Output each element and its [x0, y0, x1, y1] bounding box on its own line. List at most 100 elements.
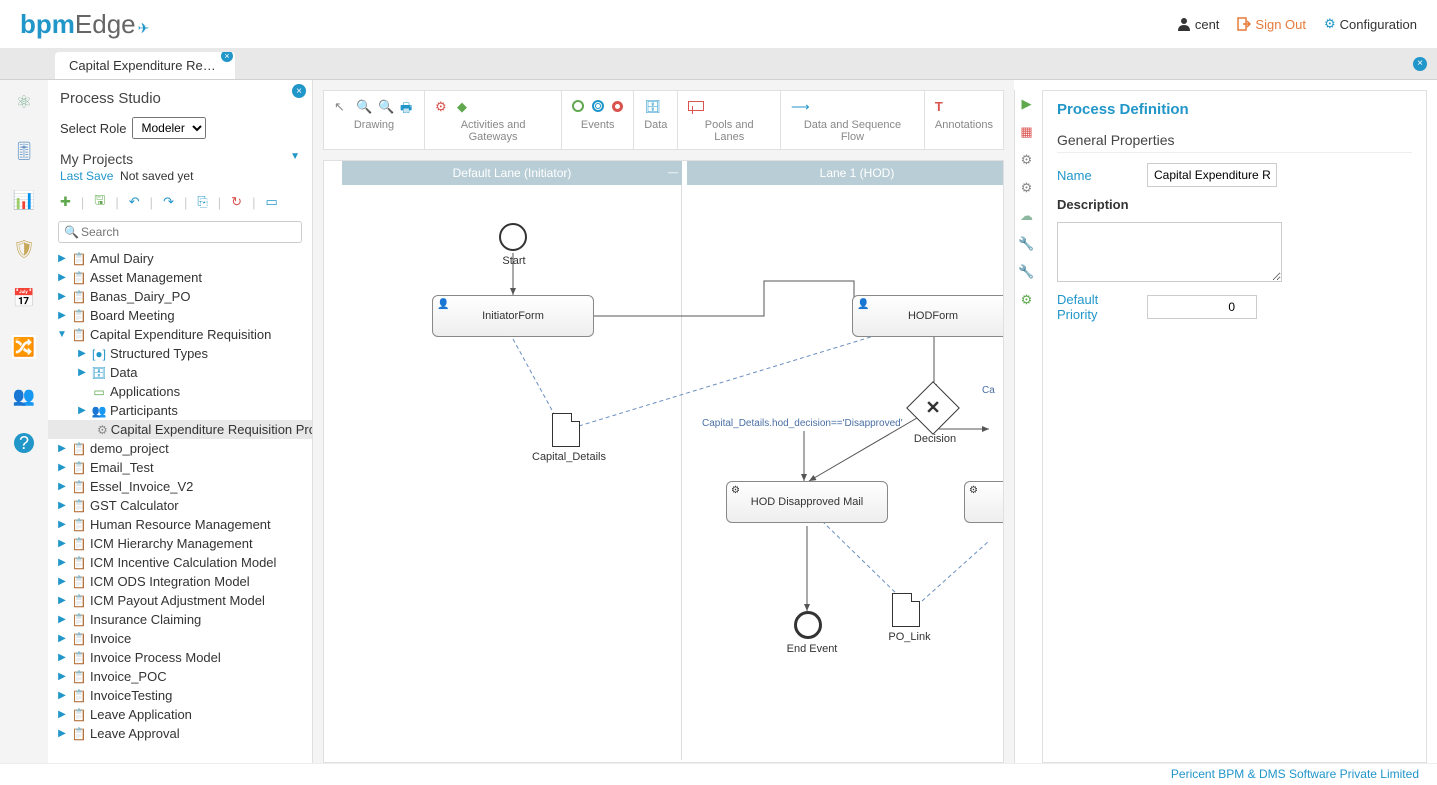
config-link[interactable]: ⚙ Configuration	[1324, 16, 1417, 32]
workflow-icon[interactable]: 🔀	[12, 335, 36, 359]
close-icon[interactable]: ×	[292, 84, 306, 98]
tree-item[interactable]: ▶📋Leave Application	[48, 705, 312, 724]
role-selector-row: Select Role Modeler	[48, 113, 312, 143]
gear-icon[interactable]: ⚙	[1021, 152, 1033, 168]
redo-icon[interactable]: ↷	[163, 194, 174, 210]
task-hod-mail[interactable]: ⚙ HOD Disapproved Mail	[726, 481, 888, 523]
zoom-icon[interactable]: 🔍	[356, 99, 370, 113]
task-partial[interactable]: ⚙	[964, 481, 1004, 523]
tree-item[interactable]: ▶📋demo_project	[48, 439, 312, 458]
play-icon[interactable]: ▶	[1022, 96, 1032, 112]
name-input[interactable]	[1147, 163, 1277, 187]
tree-item[interactable]: ▶👥Participants	[48, 401, 312, 420]
users-icon[interactable]: 👥	[12, 384, 36, 408]
main: ⚛ 🎚 📊 🛡 📅 🔀 👥 ? × Process Studio Select …	[0, 80, 1437, 763]
cloud-icon[interactable]: ☁	[1020, 208, 1033, 224]
tool-group-data: 🗄 Data	[634, 91, 678, 149]
flow-icon[interactable]: ⟶	[791, 99, 805, 113]
tree-item[interactable]: ▶📋ICM ODS Integration Model	[48, 572, 312, 591]
gateway-decision[interactable]: ✕	[914, 389, 952, 427]
print-icon[interactable]: 🖶	[400, 99, 414, 113]
tree-item[interactable]: ▶📋Board Meeting	[48, 306, 312, 325]
help-icon[interactable]: ?	[14, 433, 34, 453]
tree-item[interactable]: ▶📋InvoiceTesting	[48, 686, 312, 705]
tree-item[interactable]: ▶📋Leave Approval	[48, 724, 312, 743]
tree-item[interactable]: ▶🗄Data	[48, 363, 312, 382]
user-menu[interactable]: cent	[1177, 17, 1220, 32]
tree-item[interactable]: ▶📋ICM Payout Adjustment Model	[48, 591, 312, 610]
text-icon[interactable]: T	[935, 99, 949, 113]
canvas-area: ↖ 🔍 🔍 🖶 Drawing ⚙ ◆ Activities and Gatew…	[313, 80, 1014, 763]
close-icon[interactable]: ×	[1413, 57, 1427, 71]
logo: bpm Edge ✈	[20, 9, 149, 40]
copy-icon[interactable]: ⎘	[197, 194, 207, 210]
tool-group-flow: ⟶ Data and Sequence Flow	[781, 91, 925, 149]
undo-icon[interactable]: ↶	[129, 194, 140, 210]
minimize-icon[interactable]: —	[668, 168, 678, 179]
pointer-icon[interactable]: ↖	[334, 99, 348, 113]
left-icon-rail: ⚛ 🎚 📊 🛡 📅 🔀 👥 ?	[0, 80, 48, 763]
sliders-icon[interactable]: 🎚	[12, 139, 36, 163]
gear-icon[interactable]: ⚙	[1021, 180, 1033, 196]
refresh-icon[interactable]: ↻	[231, 194, 242, 210]
window-icon[interactable]: ▭	[265, 194, 277, 210]
lane-hod: Lane 1 (HOD)	[687, 161, 1004, 762]
add-icon[interactable]: ✚	[60, 194, 71, 210]
signout-link[interactable]: Sign Out	[1237, 17, 1306, 32]
role-select[interactable]: Modeler	[132, 117, 206, 139]
zoom-out-icon[interactable]: 🔍	[378, 99, 392, 113]
data-po-link[interactable]	[892, 593, 920, 627]
datastore-icon[interactable]: 🗄	[644, 99, 658, 113]
tree-item[interactable]: ▶📋Email_Test	[48, 458, 312, 477]
pool-icon[interactable]	[688, 101, 704, 111]
tree-item[interactable]: ▶📋Invoice	[48, 629, 312, 648]
chevron-down-icon[interactable]: ▼	[290, 151, 300, 167]
gear-icon[interactable]: ⚙	[435, 99, 449, 113]
tree-item[interactable]: ▶📋ICM Hierarchy Management	[48, 534, 312, 553]
tree-item[interactable]: ▶📋Human Resource Management	[48, 515, 312, 534]
wrench-icon[interactable]: 🔧	[1018, 264, 1034, 280]
intermediate-event-icon[interactable]	[592, 100, 604, 112]
org-icon[interactable]: ⚛	[12, 90, 36, 114]
footer: Pericent BPM & DMS Software Private Limi…	[0, 763, 1437, 785]
calendar-icon[interactable]: 📅	[12, 286, 36, 310]
search-input[interactable]	[58, 221, 302, 243]
tree-item-selected[interactable]: ⚙Capital Expenditure Requisition Proce	[48, 420, 312, 439]
grid-icon[interactable]: ▦	[1020, 124, 1032, 140]
task-hod-form[interactable]: 👤 HODForm	[852, 295, 1004, 337]
data-capital-details[interactable]	[552, 413, 580, 447]
properties-section: General Properties	[1057, 132, 1412, 153]
lane-header-initiator[interactable]: Default Lane (Initiator) —	[342, 161, 682, 185]
data-label: PO_Link	[882, 631, 937, 643]
tree-item[interactable]: ▭Applications	[48, 382, 312, 401]
tree-item[interactable]: ▶📋Insurance Claiming	[48, 610, 312, 629]
gear-icon: ⚙	[1324, 16, 1336, 32]
description-textarea[interactable]	[1057, 222, 1282, 282]
bpmn-canvas[interactable]: Default Lane (Initiator) — Lane 1 (HOD)	[323, 160, 1004, 763]
footer-link[interactable]: Pericent BPM & DMS Software Private Limi…	[1171, 767, 1419, 781]
tree-item[interactable]: ▶📋Invoice_POC	[48, 667, 312, 686]
start-event[interactable]	[499, 223, 527, 251]
task-initiator-form[interactable]: 👤 InitiatorForm	[432, 295, 594, 337]
tree-item[interactable]: ▶📋Banas_Dairy_PO	[48, 287, 312, 306]
tree-item[interactable]: ▶[●]Structured Types	[48, 344, 312, 363]
tab-capital-expenditure[interactable]: Capital Expenditure Requisitio… ×	[55, 52, 235, 79]
chart-icon[interactable]: 📊	[12, 188, 36, 212]
tree-item[interactable]: ▶📋GST Calculator	[48, 496, 312, 515]
tree-item[interactable]: ▶📋ICM Incentive Calculation Model	[48, 553, 312, 572]
start-event-icon[interactable]	[572, 100, 584, 112]
end-event[interactable]	[794, 611, 822, 639]
shield-icon[interactable]: 🛡	[12, 237, 36, 261]
save-icon[interactable]: 🖫	[94, 191, 105, 213]
diamond-icon[interactable]: ◆	[457, 99, 471, 113]
tree-item[interactable]: ▶📋Asset Management	[48, 268, 312, 287]
lane-header-hod[interactable]: Lane 1 (HOD)	[687, 161, 1004, 185]
gear-icon[interactable]: ⚙	[1021, 292, 1033, 308]
tree-item[interactable]: ▶📋Amul Dairy	[48, 249, 312, 268]
priority-input[interactable]	[1147, 295, 1257, 319]
tree-item[interactable]: ▶📋Essel_Invoice_V2	[48, 477, 312, 496]
end-event-icon[interactable]	[612, 101, 623, 112]
tree-item-expanded[interactable]: ▼📋Capital Expenditure Requisition	[48, 325, 312, 344]
tree-item[interactable]: ▶📋Invoice Process Model	[48, 648, 312, 667]
wrench-icon[interactable]: 🔧	[1018, 236, 1034, 252]
